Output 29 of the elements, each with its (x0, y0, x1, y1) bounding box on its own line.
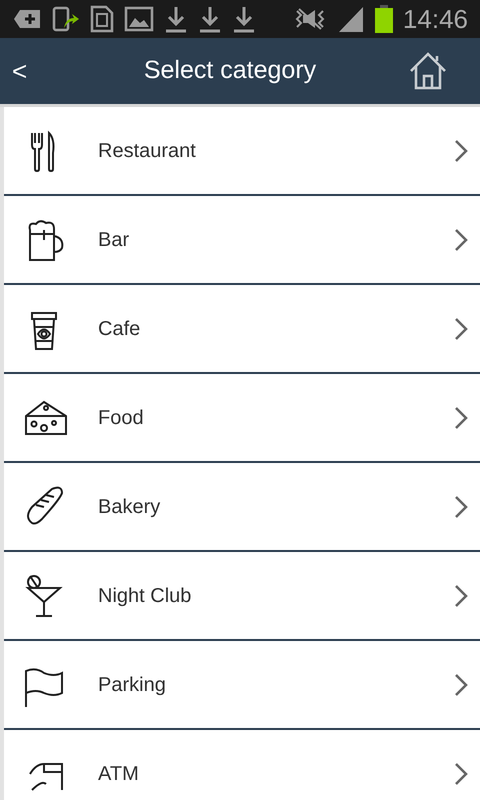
category-label: Cafe (98, 316, 142, 342)
category-label: Bakery (98, 494, 162, 520)
back-button[interactable]: < (12, 52, 52, 90)
battery-icon (374, 5, 393, 33)
category-label: Parking (98, 672, 167, 698)
chevron-right-icon (454, 672, 468, 696)
category-label: Food (98, 406, 145, 430)
chevron-right-icon (454, 228, 468, 252)
phone-upload-icon (52, 6, 80, 32)
add-notification-icon (12, 8, 42, 30)
chevron-right-icon (454, 584, 468, 608)
download-icon (198, 5, 222, 33)
chevron-right-icon (454, 494, 468, 518)
home-icon[interactable] (408, 51, 448, 91)
chevron-right-icon (454, 762, 468, 786)
download-icon (232, 5, 256, 33)
chevron-right-icon (454, 316, 468, 340)
clock-time: 14:46 (402, 6, 468, 32)
chevron-right-icon (454, 406, 468, 430)
image-icon (124, 6, 154, 32)
category-label: Restaurant (98, 138, 197, 164)
category-label: ATM (98, 762, 140, 786)
page-title: Select category (142, 55, 318, 86)
download-icon (164, 5, 188, 33)
sim-card-icon (90, 5, 114, 33)
signal-icon (336, 5, 365, 33)
category-label: Night Club (98, 584, 192, 608)
category-label: Bar (98, 228, 130, 252)
chevron-right-icon (454, 138, 468, 162)
